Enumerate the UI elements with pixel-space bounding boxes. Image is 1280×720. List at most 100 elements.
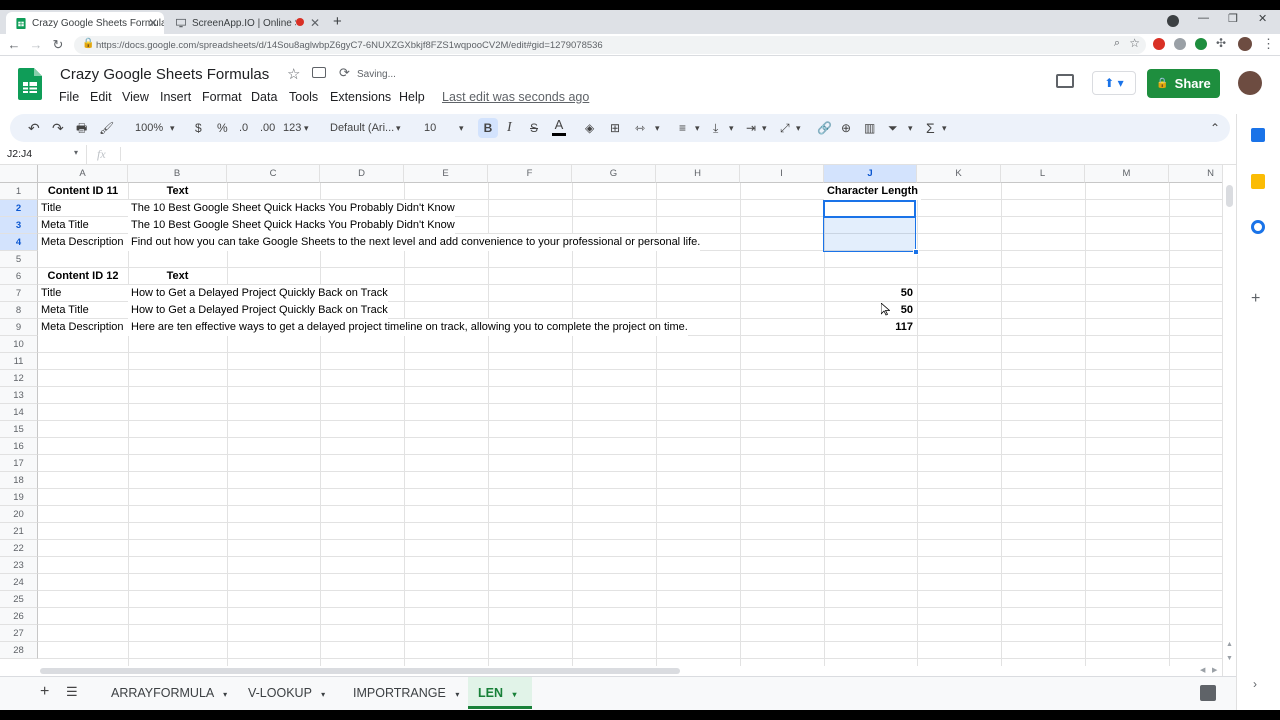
row-header-16[interactable]: 16 — [0, 438, 38, 455]
expand-panel-icon[interactable]: › — [1253, 677, 1257, 691]
spreadsheet-grid[interactable]: A B C D E F G H I J K L M N 1 2 3 4 5 6 … — [0, 165, 1222, 666]
row-header-9[interactable]: 9 — [0, 319, 38, 336]
col-header-L[interactable]: L — [1001, 165, 1085, 183]
row-header-17[interactable]: 17 — [0, 455, 38, 472]
profile-avatar[interactable] — [1238, 37, 1252, 51]
row-header-23[interactable]: 23 — [0, 557, 38, 574]
cell-J7[interactable]: 50 — [824, 285, 917, 302]
col-header-D[interactable]: D — [320, 165, 404, 183]
insert-comment-icon[interactable]: ⊕ — [841, 120, 851, 136]
sheet-tab-importrange[interactable]: IMPORTRANGE ▾ — [343, 677, 469, 709]
font-size-select[interactable]: 10 — [424, 120, 436, 136]
undo-icon[interactable]: ↶ — [28, 120, 40, 136]
sheet-tab-len[interactable]: LEN ▾ — [468, 677, 532, 709]
text-rotate-icon[interactable]: ⤢ — [780, 120, 790, 136]
back-icon[interactable]: ← — [6, 37, 22, 53]
col-header-G[interactable]: G — [572, 165, 656, 183]
url-field[interactable]: 🔒 https://docs.google.com/spreadsheets/d… — [74, 36, 1146, 54]
col-header-A[interactable]: A — [38, 165, 128, 183]
text-color-button[interactable]: A — [552, 117, 566, 136]
horizontal-scrollbar[interactable]: ◀ ▶ — [38, 666, 1222, 676]
menu-edit[interactable]: Edit — [90, 90, 112, 104]
calendar-icon[interactable] — [1251, 128, 1265, 142]
filter-icon[interactable]: ⏷ — [888, 120, 898, 136]
add-ons-plus-icon[interactable]: + — [1251, 290, 1260, 308]
cell-A8[interactable]: Meta Title — [38, 302, 128, 319]
strikethrough-button[interactable]: S — [530, 120, 538, 136]
rotate-dropdown-icon[interactable]: ▾ — [796, 120, 801, 136]
menu-data[interactable]: Data — [251, 90, 277, 104]
paint-format-icon[interactable]: 🖌 — [99, 120, 114, 136]
formula-input[interactable] — [126, 147, 1226, 163]
reload-icon[interactable]: ↻ — [50, 37, 66, 53]
tasks-icon[interactable] — [1251, 220, 1265, 234]
row-header-11[interactable]: 11 — [0, 353, 38, 370]
tab-dropdown-icon[interactable]: ▾ — [321, 690, 325, 699]
cell-B9[interactable]: Here are ten effective ways to get a del… — [128, 319, 688, 336]
row-header-26[interactable]: 26 — [0, 608, 38, 625]
cell-B7[interactable]: How to Get a Delayed Project Quickly Bac… — [128, 285, 388, 302]
redo-icon[interactable]: ↷ — [52, 120, 64, 136]
active-cell-J2[interactable] — [823, 200, 916, 218]
add-sheet-icon[interactable]: + — [40, 683, 49, 701]
row-header-14[interactable]: 14 — [0, 404, 38, 421]
tab-dropdown-icon[interactable]: ▾ — [223, 690, 227, 699]
font-size-dropdown-icon[interactable]: ▾ — [459, 120, 464, 136]
formats-dropdown-icon[interactable]: ▾ — [304, 120, 309, 136]
minimize-icon[interactable]: — — [1198, 12, 1209, 24]
cell-J1[interactable]: Character Length — [824, 183, 921, 200]
bold-button[interactable]: B — [478, 118, 498, 138]
extension-globe-icon[interactable] — [1174, 38, 1186, 50]
tab-dropdown-icon[interactable]: ▾ — [455, 690, 459, 699]
col-header-M[interactable]: M — [1085, 165, 1169, 183]
cell-B1[interactable]: Text — [128, 183, 227, 200]
increase-decimal-button[interactable]: .00 — [260, 120, 275, 136]
cell-A7[interactable]: Title — [38, 285, 128, 302]
menu-tools[interactable]: Tools — [289, 90, 318, 104]
account-avatar[interactable] — [1238, 71, 1262, 95]
menu-file[interactable]: File — [59, 90, 79, 104]
row-header-5[interactable]: 5 — [0, 251, 38, 268]
row-header-28[interactable]: 28 — [0, 642, 38, 659]
col-header-B[interactable]: B — [128, 165, 227, 183]
row-header-15[interactable]: 15 — [0, 421, 38, 438]
borders-icon[interactable]: ⊞ — [610, 120, 620, 136]
present-meeting-button[interactable]: ⬆ ▾ — [1092, 71, 1136, 95]
col-header-J[interactable]: J — [824, 165, 917, 183]
col-header-I[interactable]: I — [740, 165, 824, 183]
col-header-F[interactable]: F — [488, 165, 572, 183]
cell-B2[interactable]: The 10 Best Google Sheet Quick Hacks You… — [128, 200, 455, 217]
col-header-C[interactable]: C — [227, 165, 320, 183]
insert-link-icon[interactable]: 🔗 — [817, 120, 832, 136]
col-header-E[interactable]: E — [404, 165, 488, 183]
row-header-6[interactable]: 6 — [0, 268, 38, 285]
browser-tab-screenapp[interactable]: ScreenApp.IO | Online Screen ✕ — [166, 12, 326, 34]
horizontal-align-icon[interactable]: ≡ — [679, 120, 686, 136]
fill-color-icon[interactable]: ◈ — [585, 120, 594, 136]
horizontal-scrollbar-thumb[interactable] — [40, 668, 680, 674]
valign-dropdown-icon[interactable]: ▾ — [729, 120, 734, 136]
select-all-corner[interactable] — [0, 165, 38, 183]
print-icon[interactable]: 🖶 — [76, 120, 87, 136]
vertical-scrollbar[interactable]: ▲ ▼ — [1222, 165, 1236, 676]
new-tab-button[interactable]: + — [333, 13, 342, 30]
cell-A9[interactable]: Meta Description — [38, 319, 128, 336]
merge-cells-icon[interactable]: ⇿ — [635, 120, 645, 136]
row-header-3[interactable]: 3 — [0, 217, 38, 234]
collapse-menus-icon[interactable]: ⌃ — [1210, 120, 1220, 136]
more-formats-button[interactable]: 123 — [283, 120, 301, 136]
name-box[interactable]: J2:J4 — [7, 148, 32, 160]
row-header-8[interactable]: 8 — [0, 302, 38, 319]
adblock-extension-icon[interactable] — [1153, 38, 1165, 50]
cell-A4[interactable]: Meta Description — [38, 234, 128, 251]
zoom-select[interactable]: 100% — [135, 120, 163, 136]
cell-B8[interactable]: How to Get a Delayed Project Quickly Bac… — [128, 302, 388, 319]
cell-A6[interactable]: Content ID 12 — [38, 268, 128, 285]
cell-A3[interactable]: Meta Title — [38, 217, 128, 234]
wrap-dropdown-icon[interactable]: ▾ — [762, 120, 767, 136]
font-dropdown-icon[interactable]: ▾ — [396, 120, 401, 136]
menu-insert[interactable]: Insert — [160, 90, 191, 104]
cell-B6[interactable]: Text — [128, 268, 227, 285]
window-close-icon[interactable]: ✕ — [1258, 12, 1267, 25]
font-select[interactable]: Default (Ari... — [330, 120, 394, 136]
